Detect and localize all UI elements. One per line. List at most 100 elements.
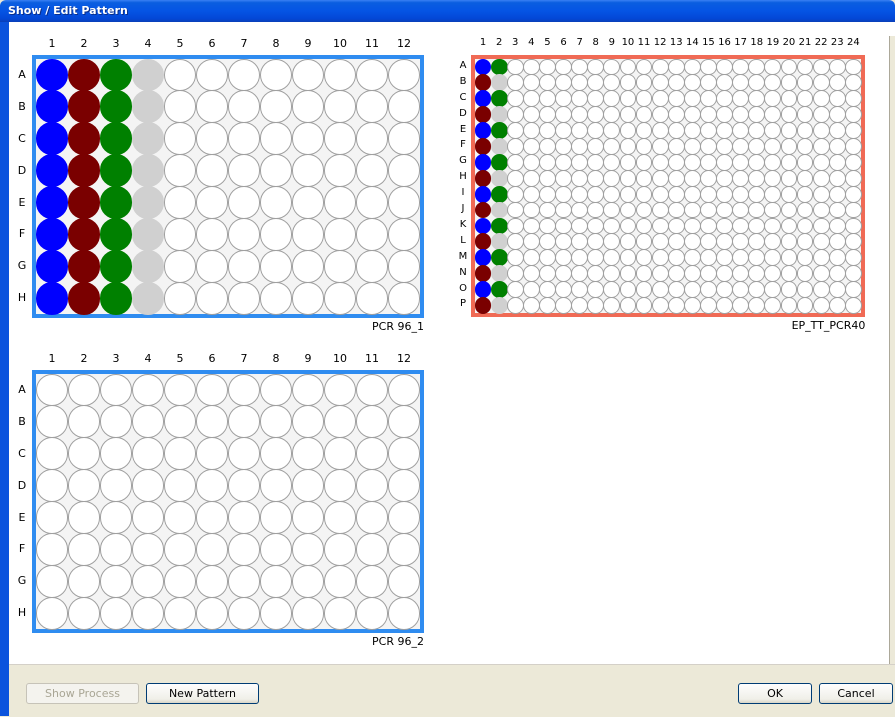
well-H12[interactable] bbox=[387, 596, 421, 630]
well-F1[interactable] bbox=[474, 138, 492, 155]
well-E2[interactable] bbox=[67, 186, 101, 219]
well-O15[interactable] bbox=[700, 281, 717, 298]
well-A23[interactable] bbox=[828, 58, 846, 76]
well-J23[interactable] bbox=[828, 201, 846, 219]
well-H10[interactable] bbox=[619, 169, 637, 187]
well-P22[interactable] bbox=[812, 297, 830, 314]
well-G13[interactable] bbox=[667, 153, 685, 171]
well-J5[interactable] bbox=[539, 201, 556, 219]
well-J24[interactable] bbox=[844, 201, 862, 219]
well-I10[interactable] bbox=[619, 185, 637, 203]
well-F2[interactable] bbox=[67, 218, 101, 251]
well-G1[interactable] bbox=[474, 153, 492, 171]
well-P17[interactable] bbox=[732, 297, 750, 314]
well-B24[interactable] bbox=[844, 74, 862, 92]
well-C12[interactable] bbox=[651, 90, 669, 108]
well-N12[interactable] bbox=[651, 265, 669, 283]
well-K5[interactable] bbox=[539, 217, 556, 235]
well-H4[interactable] bbox=[131, 596, 165, 630]
well-H2[interactable] bbox=[490, 169, 508, 187]
well-L13[interactable] bbox=[667, 233, 685, 251]
well-H12[interactable] bbox=[651, 169, 669, 187]
well-G6[interactable] bbox=[555, 153, 572, 171]
well-E1[interactable] bbox=[35, 186, 69, 219]
well-G5[interactable] bbox=[163, 564, 197, 598]
well-H4[interactable] bbox=[522, 169, 540, 187]
well-F22[interactable] bbox=[812, 138, 830, 155]
well-M14[interactable] bbox=[683, 249, 701, 267]
well-F20[interactable] bbox=[780, 138, 798, 155]
well-H17[interactable] bbox=[732, 169, 750, 187]
well-G3[interactable] bbox=[506, 153, 524, 171]
plate-pcr-96-1[interactable]: 1 2 3 4 5 6 7 8 9 10 11 12 A B C D E F G H PCR 96_1 bbox=[18, 37, 424, 333]
well-A13[interactable] bbox=[667, 58, 685, 76]
well-H19[interactable] bbox=[764, 169, 782, 187]
well-P1[interactable] bbox=[474, 297, 492, 314]
well-J13[interactable] bbox=[667, 201, 685, 219]
well-E14[interactable] bbox=[683, 122, 701, 139]
well-D3[interactable] bbox=[506, 106, 524, 124]
well-H5[interactable] bbox=[539, 169, 556, 187]
well-K6[interactable] bbox=[555, 217, 572, 235]
well-H2[interactable] bbox=[67, 596, 101, 630]
well-G2[interactable] bbox=[67, 249, 101, 283]
well-P23[interactable] bbox=[828, 297, 846, 314]
vertical-scrollbar[interactable] bbox=[889, 36, 895, 664]
well-F4[interactable] bbox=[522, 138, 540, 155]
well-E4[interactable] bbox=[131, 501, 165, 534]
well-O22[interactable] bbox=[812, 281, 830, 298]
well-M4[interactable] bbox=[522, 249, 540, 267]
well-F2[interactable] bbox=[490, 138, 508, 155]
well-G8[interactable] bbox=[587, 153, 605, 171]
well-F14[interactable] bbox=[683, 138, 701, 155]
well-O2[interactable] bbox=[490, 281, 508, 298]
well-I21[interactable] bbox=[796, 185, 814, 203]
well-G2[interactable] bbox=[67, 564, 101, 598]
well-G3[interactable] bbox=[99, 249, 133, 283]
well-I9[interactable] bbox=[603, 185, 621, 203]
well-F7[interactable] bbox=[571, 138, 589, 155]
well-P24[interactable] bbox=[844, 297, 862, 314]
well-A24[interactable] bbox=[844, 58, 862, 76]
well-C22[interactable] bbox=[812, 90, 830, 108]
well-N16[interactable] bbox=[716, 265, 733, 283]
well-F6[interactable] bbox=[555, 138, 572, 155]
well-H3[interactable] bbox=[99, 596, 133, 630]
well-L12[interactable] bbox=[651, 233, 669, 251]
well-G4[interactable] bbox=[131, 564, 165, 598]
well-C5[interactable] bbox=[539, 90, 556, 108]
well-O23[interactable] bbox=[828, 281, 846, 298]
well-H22[interactable] bbox=[812, 169, 830, 187]
well-P8[interactable] bbox=[587, 297, 605, 314]
well-A2[interactable] bbox=[490, 58, 508, 76]
well-F6[interactable] bbox=[195, 218, 229, 251]
well-B22[interactable] bbox=[812, 74, 830, 92]
well-E17[interactable] bbox=[732, 122, 750, 139]
well-C15[interactable] bbox=[700, 90, 717, 108]
well-E3[interactable] bbox=[99, 186, 133, 219]
well-N23[interactable] bbox=[828, 265, 846, 283]
well-P10[interactable] bbox=[619, 297, 637, 314]
well-E5[interactable] bbox=[163, 186, 197, 219]
well-D23[interactable] bbox=[828, 106, 846, 124]
well-O17[interactable] bbox=[732, 281, 750, 298]
well-E11[interactable] bbox=[355, 186, 389, 219]
well-D5[interactable] bbox=[539, 106, 556, 124]
well-P11[interactable] bbox=[635, 297, 653, 314]
well-P3[interactable] bbox=[506, 297, 524, 314]
well-J15[interactable] bbox=[700, 201, 717, 219]
well-F24[interactable] bbox=[844, 138, 862, 155]
well-D16[interactable] bbox=[716, 106, 733, 124]
well-M22[interactable] bbox=[812, 249, 830, 267]
well-G20[interactable] bbox=[780, 153, 798, 171]
well-D15[interactable] bbox=[700, 106, 717, 124]
well-H3[interactable] bbox=[506, 169, 524, 187]
well-P15[interactable] bbox=[700, 297, 717, 314]
well-H8[interactable] bbox=[587, 169, 605, 187]
well-E9[interactable] bbox=[291, 186, 325, 219]
well-F13[interactable] bbox=[667, 138, 685, 155]
well-H5[interactable] bbox=[163, 281, 197, 315]
well-K16[interactable] bbox=[716, 217, 733, 235]
well-G9[interactable] bbox=[603, 153, 621, 171]
well-P4[interactable] bbox=[522, 297, 540, 314]
